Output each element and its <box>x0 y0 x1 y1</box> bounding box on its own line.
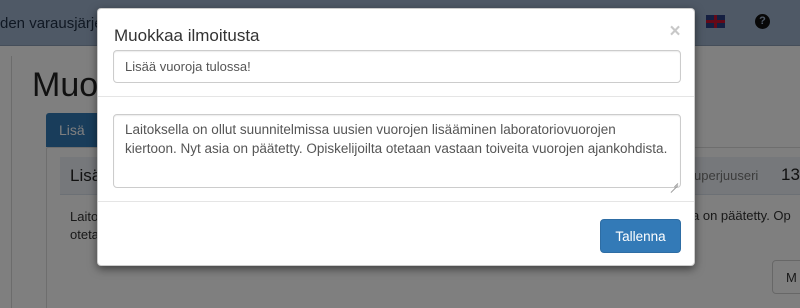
announcement-body-textarea[interactable]: Laitoksella on ollut suunnitelmissa uusi… <box>113 114 681 188</box>
resize-handle-icon[interactable] <box>670 178 678 186</box>
edit-announcement-modal: Muokkaa ilmoitusta × Laitoksella on ollu… <box>97 8 695 266</box>
modal-body: Laitoksella on ollut suunnitelmissa uusi… <box>98 98 694 202</box>
announcement-title-input[interactable] <box>113 50 681 83</box>
save-button[interactable]: Tallenna <box>600 219 681 253</box>
modal-footer: Tallenna <box>98 203 694 265</box>
close-icon[interactable]: × <box>667 22 683 42</box>
modal-header: Muokkaa ilmoitusta × <box>98 9 694 97</box>
modal-title: Muokkaa ilmoitusta <box>114 26 260 45</box>
